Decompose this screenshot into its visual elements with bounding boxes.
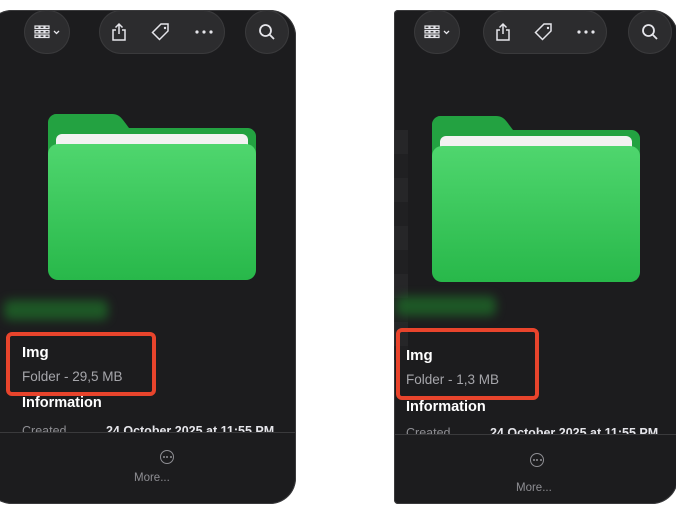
created-row: Created 24 October 2025 at 11:55 PM (406, 424, 676, 434)
more-button[interactable]: More... (134, 472, 170, 484)
created-value: 24 October 2025 at 11:55 PM (489, 426, 659, 434)
ellipsis-icon[interactable] (577, 30, 595, 34)
file-kind-size: Folder - 1,3 MB (406, 372, 500, 387)
actions-group (99, 10, 225, 54)
highlight-box (6, 332, 156, 396)
folder-icon (48, 114, 256, 280)
actions-group (483, 10, 607, 54)
created-label: Created (22, 424, 67, 432)
more-button[interactable]: More... (516, 482, 552, 494)
highlight-box (396, 328, 539, 400)
search-button[interactable] (628, 10, 672, 54)
information-heading: Information (22, 395, 102, 411)
created-value: 24 October 2025 at 11:55 PM (105, 424, 275, 432)
file-name: Img (406, 347, 433, 364)
file-name: Img (22, 344, 49, 361)
ellipsis-circle-icon[interactable] (160, 450, 174, 464)
folder-icon (432, 116, 640, 282)
comparison-screenshot: Img Folder - 29,5 MB Information Created… (0, 0, 676, 508)
divider (394, 434, 676, 435)
tag-icon[interactable] (151, 22, 171, 42)
created-label: Created (406, 426, 451, 434)
info-panel-left: Img Folder - 29,5 MB Information Created… (0, 10, 296, 504)
ellipsis-icon[interactable] (195, 30, 213, 34)
view-options-button[interactable] (24, 10, 70, 54)
blurred-selection-indicator (4, 300, 108, 320)
search-button[interactable] (245, 10, 289, 54)
ellipsis-circle-icon[interactable] (530, 453, 544, 467)
share-icon[interactable] (111, 22, 127, 42)
grid-view-icon (424, 25, 440, 39)
file-kind-size: Folder - 29,5 MB (22, 369, 123, 384)
search-icon (259, 24, 275, 40)
view-options-button[interactable] (414, 10, 460, 54)
background-window-edge (394, 130, 408, 360)
info-panel-right: Img Folder - 1,3 MB Information Created … (394, 10, 676, 504)
search-icon (642, 24, 658, 40)
share-icon[interactable] (495, 22, 511, 42)
blurred-selection-indicator (396, 296, 496, 316)
chevron-down-icon (443, 30, 450, 34)
chevron-down-icon (53, 30, 60, 34)
tag-icon[interactable] (534, 22, 554, 42)
grid-view-icon (34, 25, 50, 39)
divider (0, 432, 296, 433)
information-heading: Information (406, 399, 486, 415)
created-row: Created 24 October 2025 at 11:55 PM (22, 422, 296, 432)
